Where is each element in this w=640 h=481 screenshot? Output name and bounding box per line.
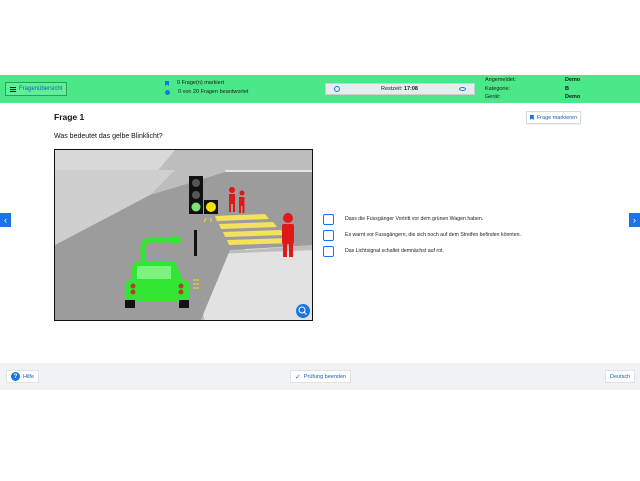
hide-timer-icon[interactable] [458, 87, 466, 91]
next-question-button[interactable]: › [629, 213, 640, 227]
menu-icon [10, 86, 16, 92]
answer-option[interactable]: Es warnt vor Fussgängern, die sich noch … [323, 227, 521, 243]
top-bar: Fragenübersicht 0 Frage(n) markiert 0 vo… [0, 75, 640, 103]
session-info: Angemeldet: Demo Kategorie: B Gerät: Demo [485, 76, 580, 102]
meta-row-user: Angemeldet: Demo [485, 77, 581, 83]
answer-text: Es warnt vor Fussgängern, die sich noch … [345, 232, 521, 238]
help-icon: ? [11, 372, 20, 381]
marked-status: 0 Frage(n) markiert [177, 80, 225, 86]
help-label: Hilfe [23, 373, 35, 380]
meta-row-device: Gerät: Demo [485, 94, 581, 100]
clock-icon [334, 86, 340, 92]
check-icon: ✓ [295, 373, 301, 381]
mark-question-button[interactable]: Frage markieren [526, 111, 581, 124]
mark-question-label: Frage markieren [536, 114, 578, 121]
timer-bar: Restzeit: 17:08 [325, 83, 475, 95]
chevron-right-icon: › [633, 215, 636, 225]
answer-option[interactable]: Das Lichtsignal schaltet demnächst auf r… [323, 243, 521, 259]
answered-status: 0 von 20 Fragen beantwortet [178, 89, 249, 95]
zoom-button[interactable] [296, 304, 310, 318]
previous-question-button[interactable]: ‹ [0, 213, 11, 227]
question-overview-label: Fragenübersicht [19, 86, 63, 92]
answer-option[interactable]: Dass die Fussgänger Vortritt vor dem grü… [323, 211, 521, 227]
bookmark-icon [165, 81, 169, 86]
bookmark-icon [529, 115, 534, 120]
finish-exam-label: Prüfung beenden [303, 373, 347, 380]
help-button[interactable]: ? Hilfe [6, 370, 40, 383]
timer-text: Restzeit: 17:08 [380, 86, 418, 92]
answer-text: Das Lichtsignal schaltet demnächst auf r… [345, 248, 444, 254]
footer-bar: ? Hilfe ✓ Prüfung beenden Deutsch [0, 363, 640, 390]
answer-checkbox[interactable] [323, 229, 334, 241]
answer-text: Dass die Fussgänger Vortritt vor dem grü… [345, 216, 484, 222]
answer-checkbox[interactable] [323, 245, 334, 257]
meta-row-category: Kategorie: B [485, 85, 569, 92]
language-button[interactable]: Deutsch [605, 370, 636, 383]
progress-status: 0 Frage(n) markiert 0 von 20 Fragen bean… [165, 79, 248, 97]
check-circle-icon [165, 90, 170, 95]
traffic-scene [55, 150, 312, 320]
question-text: Was bedeutet das gelbe Blinklicht? [54, 133, 163, 140]
answer-checkbox[interactable] [323, 213, 334, 225]
timer-value: 17:08 [403, 86, 418, 92]
answer-list: Dass die Fussgänger Vortritt vor dem grü… [323, 211, 521, 259]
question-title: Frage 1 [54, 112, 85, 122]
language-label: Deutsch [610, 373, 631, 380]
chevron-left-icon: ‹ [4, 215, 7, 225]
question-illustration [54, 149, 313, 321]
finish-exam-button[interactable]: ✓ Prüfung beenden [290, 370, 352, 383]
question-overview-button[interactable]: Fragenübersicht [5, 82, 68, 96]
